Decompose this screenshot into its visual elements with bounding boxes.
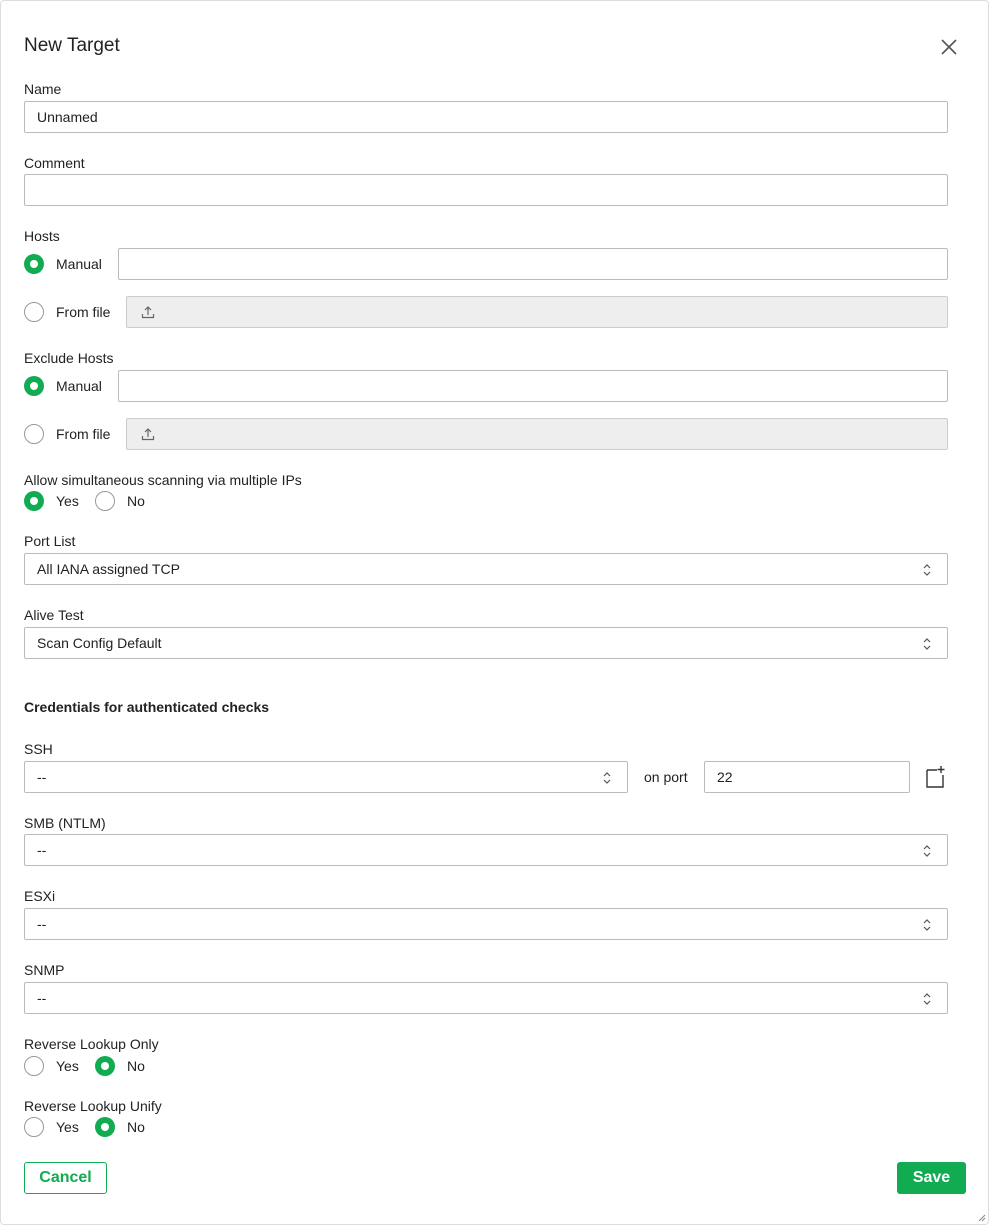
simultaneous-yes-radio[interactable]: [24, 491, 44, 511]
hosts-manual-radio[interactable]: [24, 254, 44, 274]
reverse-lookup-only-yes-label: Yes: [56, 1058, 79, 1074]
exclude-hosts-label: Exclude Hosts: [24, 350, 114, 366]
hosts-manual-label: Manual: [56, 256, 102, 272]
comment-label: Comment: [24, 155, 85, 171]
save-button[interactable]: Save: [897, 1162, 966, 1194]
port-list-value: All IANA assigned TCP: [37, 561, 180, 577]
hosts-file-label: From file: [56, 304, 111, 320]
alive-test-label: Alive Test: [24, 607, 84, 623]
esxi-credential-value: --: [37, 916, 47, 932]
ssh-port-input[interactable]: 22: [704, 761, 910, 793]
simultaneous-no-radio[interactable]: [95, 491, 115, 511]
chevron-updown-icon: [923, 564, 931, 576]
alive-test-select[interactable]: Scan Config Default: [24, 627, 948, 659]
chevron-updown-icon: [923, 845, 931, 857]
cancel-button[interactable]: Cancel: [24, 1162, 107, 1194]
exclude-hosts-manual-label: Manual: [56, 378, 102, 394]
esxi-label: ESXi: [24, 888, 56, 904]
comment-input[interactable]: [24, 174, 948, 206]
port-list-select[interactable]: All IANA assigned TCP: [24, 553, 948, 585]
new-credential-icon[interactable]: [924, 765, 946, 789]
snmp-credential-select[interactable]: --: [24, 982, 948, 1014]
exclude-hosts-manual-input[interactable]: [118, 370, 948, 402]
resize-handle-icon[interactable]: [976, 1212, 986, 1222]
simultaneous-no-label: No: [127, 493, 145, 509]
credentials-heading: Credentials for authenticated checks: [24, 699, 270, 715]
ssh-credential-value: --: [37, 769, 47, 785]
esxi-credential-select[interactable]: --: [24, 908, 948, 940]
smb-label: SMB (NTLM): [24, 815, 106, 831]
snmp-credential-value: --: [37, 990, 47, 1006]
smb-credential-value: --: [37, 842, 47, 858]
reverse-lookup-unify-no-label: No: [127, 1119, 145, 1135]
close-icon[interactable]: [937, 35, 961, 59]
simultaneous-yes-label: Yes: [56, 493, 79, 509]
name-input[interactable]: Unnamed: [24, 101, 948, 133]
exclude-hosts-file-radio[interactable]: [24, 424, 44, 444]
reverse-lookup-unify-yes-radio[interactable]: [24, 1117, 44, 1137]
new-target-dialog: New Target Name Unnamed Comment Hosts Ma…: [0, 0, 989, 1225]
alive-test-value: Scan Config Default: [37, 635, 162, 651]
dialog-title: New Target: [24, 35, 120, 56]
simultaneous-label: Allow simultaneous scanning via multiple…: [24, 472, 302, 488]
exclude-hosts-file-label: From file: [56, 426, 111, 442]
ssh-label: SSH: [24, 741, 53, 757]
smb-credential-select[interactable]: --: [24, 834, 948, 866]
upload-icon: [141, 428, 155, 441]
hosts-manual-input[interactable]: [118, 248, 948, 280]
hosts-label: Hosts: [24, 228, 60, 244]
port-list-label: Port List: [24, 533, 76, 549]
reverse-lookup-only-no-label: No: [127, 1058, 145, 1074]
name-label: Name: [24, 81, 62, 97]
chevron-updown-icon: [923, 993, 931, 1005]
hosts-file-upload[interactable]: [126, 296, 948, 328]
reverse-lookup-only-yes-radio[interactable]: [24, 1056, 44, 1076]
reverse-lookup-unify-no-radio[interactable]: [95, 1117, 115, 1137]
chevron-updown-icon: [603, 772, 611, 784]
reverse-lookup-unify-label: Reverse Lookup Unify: [24, 1098, 162, 1114]
chevron-updown-icon: [923, 919, 931, 931]
exclude-hosts-manual-radio[interactable]: [24, 376, 44, 396]
exclude-hosts-file-upload[interactable]: [126, 418, 948, 450]
reverse-lookup-unify-yes-label: Yes: [56, 1119, 79, 1135]
reverse-lookup-only-no-radio[interactable]: [95, 1056, 115, 1076]
on-port-label: on port: [644, 769, 688, 785]
upload-icon: [141, 306, 155, 319]
ssh-credential-select[interactable]: --: [24, 761, 628, 793]
chevron-updown-icon: [923, 638, 931, 650]
reverse-lookup-only-label: Reverse Lookup Only: [24, 1036, 159, 1052]
snmp-label: SNMP: [24, 962, 65, 978]
hosts-file-radio[interactable]: [24, 302, 44, 322]
